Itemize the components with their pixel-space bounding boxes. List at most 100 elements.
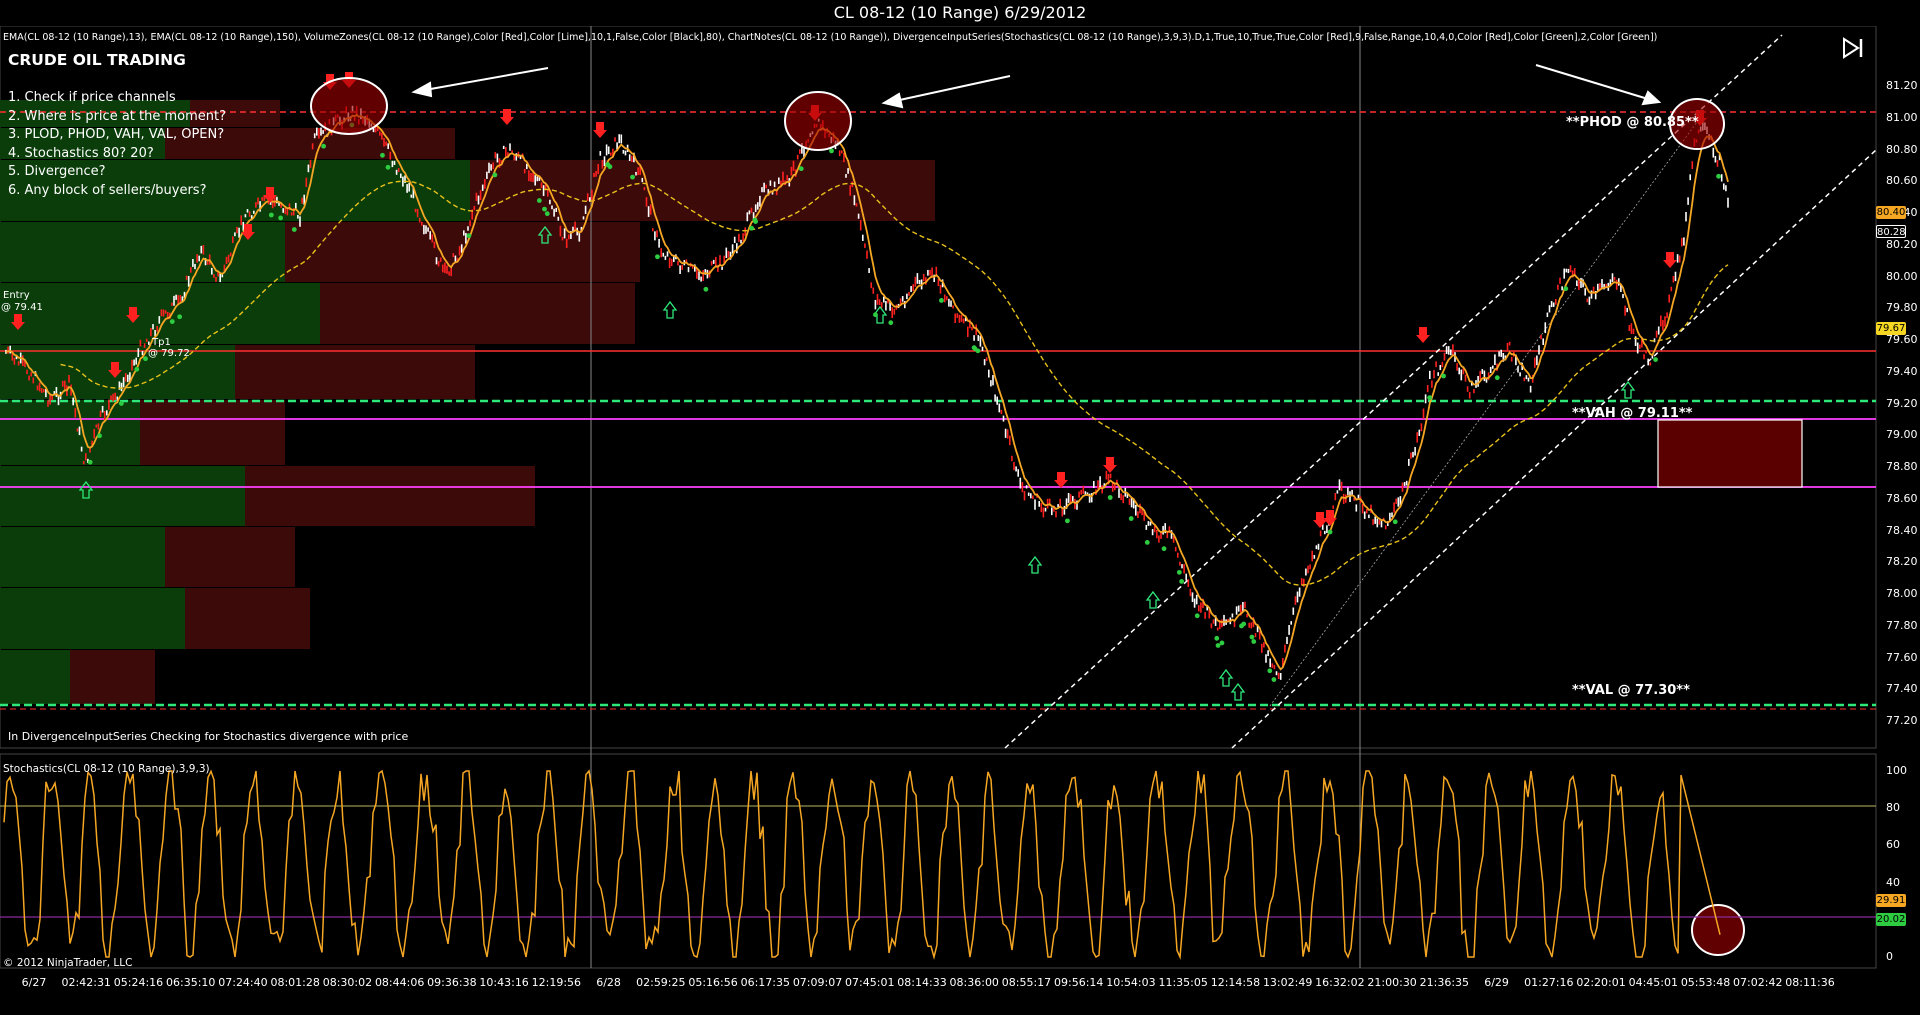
- price-bar: [710, 261, 713, 266]
- price-bar: [542, 185, 545, 196]
- price-tick: 81.20: [1886, 79, 1918, 92]
- price-bar: [13, 357, 16, 365]
- price-bar: [1038, 501, 1040, 507]
- highlight-circle-stoch: [1691, 904, 1745, 956]
- price-bar: [624, 150, 627, 156]
- price-bar: [1464, 374, 1467, 382]
- price-bar: [1660, 315, 1662, 327]
- jump-to-end-icon[interactable]: [1840, 36, 1864, 60]
- price-bar: [110, 395, 112, 400]
- price-bar: [1489, 366, 1492, 374]
- price-bar: [1187, 579, 1190, 587]
- stoch-tick: 80: [1886, 801, 1900, 815]
- price-bar: [1525, 375, 1528, 380]
- price-bar: [1000, 409, 1003, 415]
- price-bar: [1258, 631, 1261, 640]
- price-bar: [297, 214, 299, 219]
- price-bar: [414, 208, 417, 213]
- price-bar: [681, 264, 683, 270]
- price-bar: [393, 160, 396, 165]
- val-label: **VAL @ 77.30**: [1572, 683, 1690, 698]
- price-bar: [1397, 497, 1400, 507]
- price-bar: [1584, 288, 1586, 296]
- price-bar: [1552, 302, 1555, 307]
- price-bar: [1422, 408, 1425, 419]
- price-bar: [1712, 147, 1715, 158]
- price-bar: [929, 269, 931, 276]
- swing-low-dot: [278, 215, 284, 221]
- price-bar: [145, 338, 148, 342]
- price-bar: [1101, 485, 1103, 494]
- price-bar: [754, 204, 757, 212]
- price-bar: [1460, 369, 1463, 381]
- price-bar: [1051, 507, 1053, 516]
- entry-price-label: @ 79.41: [1, 302, 43, 313]
- price-bar: [301, 197, 303, 204]
- price-bar: [316, 127, 318, 136]
- price-bar: [759, 195, 761, 207]
- price-bar: [857, 213, 860, 219]
- price-bar: [1622, 294, 1624, 299]
- price-bar: [1670, 286, 1673, 292]
- volume-zone-sell: [165, 527, 295, 587]
- price-bar: [599, 151, 602, 156]
- swing-low-dot: [118, 401, 124, 406]
- price-bar: [958, 314, 961, 323]
- checklist-item: 5. Divergence?: [8, 164, 106, 180]
- time-tick: 07:09:07: [792, 976, 843, 989]
- price-bar: [475, 192, 478, 201]
- price-bar: [190, 267, 192, 273]
- price-bar: [1466, 386, 1469, 392]
- price-bar: [631, 155, 633, 162]
- swing-low-dot: [607, 164, 613, 170]
- price-bar: [437, 261, 440, 267]
- price-bar: [1576, 280, 1578, 286]
- price-bar: [1311, 550, 1313, 562]
- time-tick: 09:56:14: [1054, 976, 1104, 989]
- price-bar: [1309, 564, 1311, 570]
- price-bar: [1284, 644, 1286, 653]
- price-bar: [1193, 598, 1196, 608]
- price-tick: 77.60: [1886, 650, 1918, 664]
- price-bar: [244, 214, 247, 218]
- time-tick: 08:55:17: [1001, 976, 1052, 989]
- price-bar: [502, 145, 505, 150]
- price-bar: [1269, 658, 1271, 668]
- price-bar: [1492, 365, 1494, 369]
- price-bar: [1458, 367, 1460, 375]
- price-bar: [383, 138, 385, 147]
- price-bar: [452, 253, 455, 258]
- price-bar: [124, 373, 127, 382]
- price-bar: [1223, 614, 1225, 626]
- price-bar: [614, 137, 616, 142]
- price-bar: [171, 302, 173, 306]
- swing-low-dot: [1144, 539, 1150, 545]
- price-bar: [80, 446, 83, 452]
- indicator-list: EMA(CL 08-12 (10 Range),13), EMA(CL 08-1…: [3, 32, 1658, 43]
- price-bar: [1147, 521, 1150, 526]
- price-bar: [1338, 479, 1341, 491]
- price-bar: [206, 261, 209, 265]
- price-bar: [1032, 495, 1034, 500]
- price-bar: [305, 177, 308, 187]
- price-bar: [555, 207, 557, 212]
- price-bar: [82, 461, 85, 465]
- time-tick: 10:54:03: [1106, 976, 1156, 989]
- price-bar: [582, 216, 585, 220]
- swing-low-dot: [1392, 519, 1398, 525]
- price-bar: [727, 250, 730, 258]
- swing-low-dot: [1179, 579, 1185, 584]
- price-bar: [765, 184, 767, 189]
- swing-low-dot: [268, 212, 274, 218]
- price-tag: 80.40: [1876, 206, 1906, 219]
- price-bar: [74, 408, 77, 418]
- price-bar: [1179, 561, 1181, 566]
- time-tick: 02:59:25: [636, 976, 686, 989]
- price-bar: [769, 180, 772, 186]
- volume-zone-sell: [185, 588, 310, 649]
- buy-signal-arrow: [1218, 668, 1234, 687]
- price-bar: [101, 405, 104, 413]
- price-bar: [1011, 455, 1013, 462]
- chart-canvas[interactable]: [0, 0, 1920, 1015]
- price-bar: [431, 234, 434, 243]
